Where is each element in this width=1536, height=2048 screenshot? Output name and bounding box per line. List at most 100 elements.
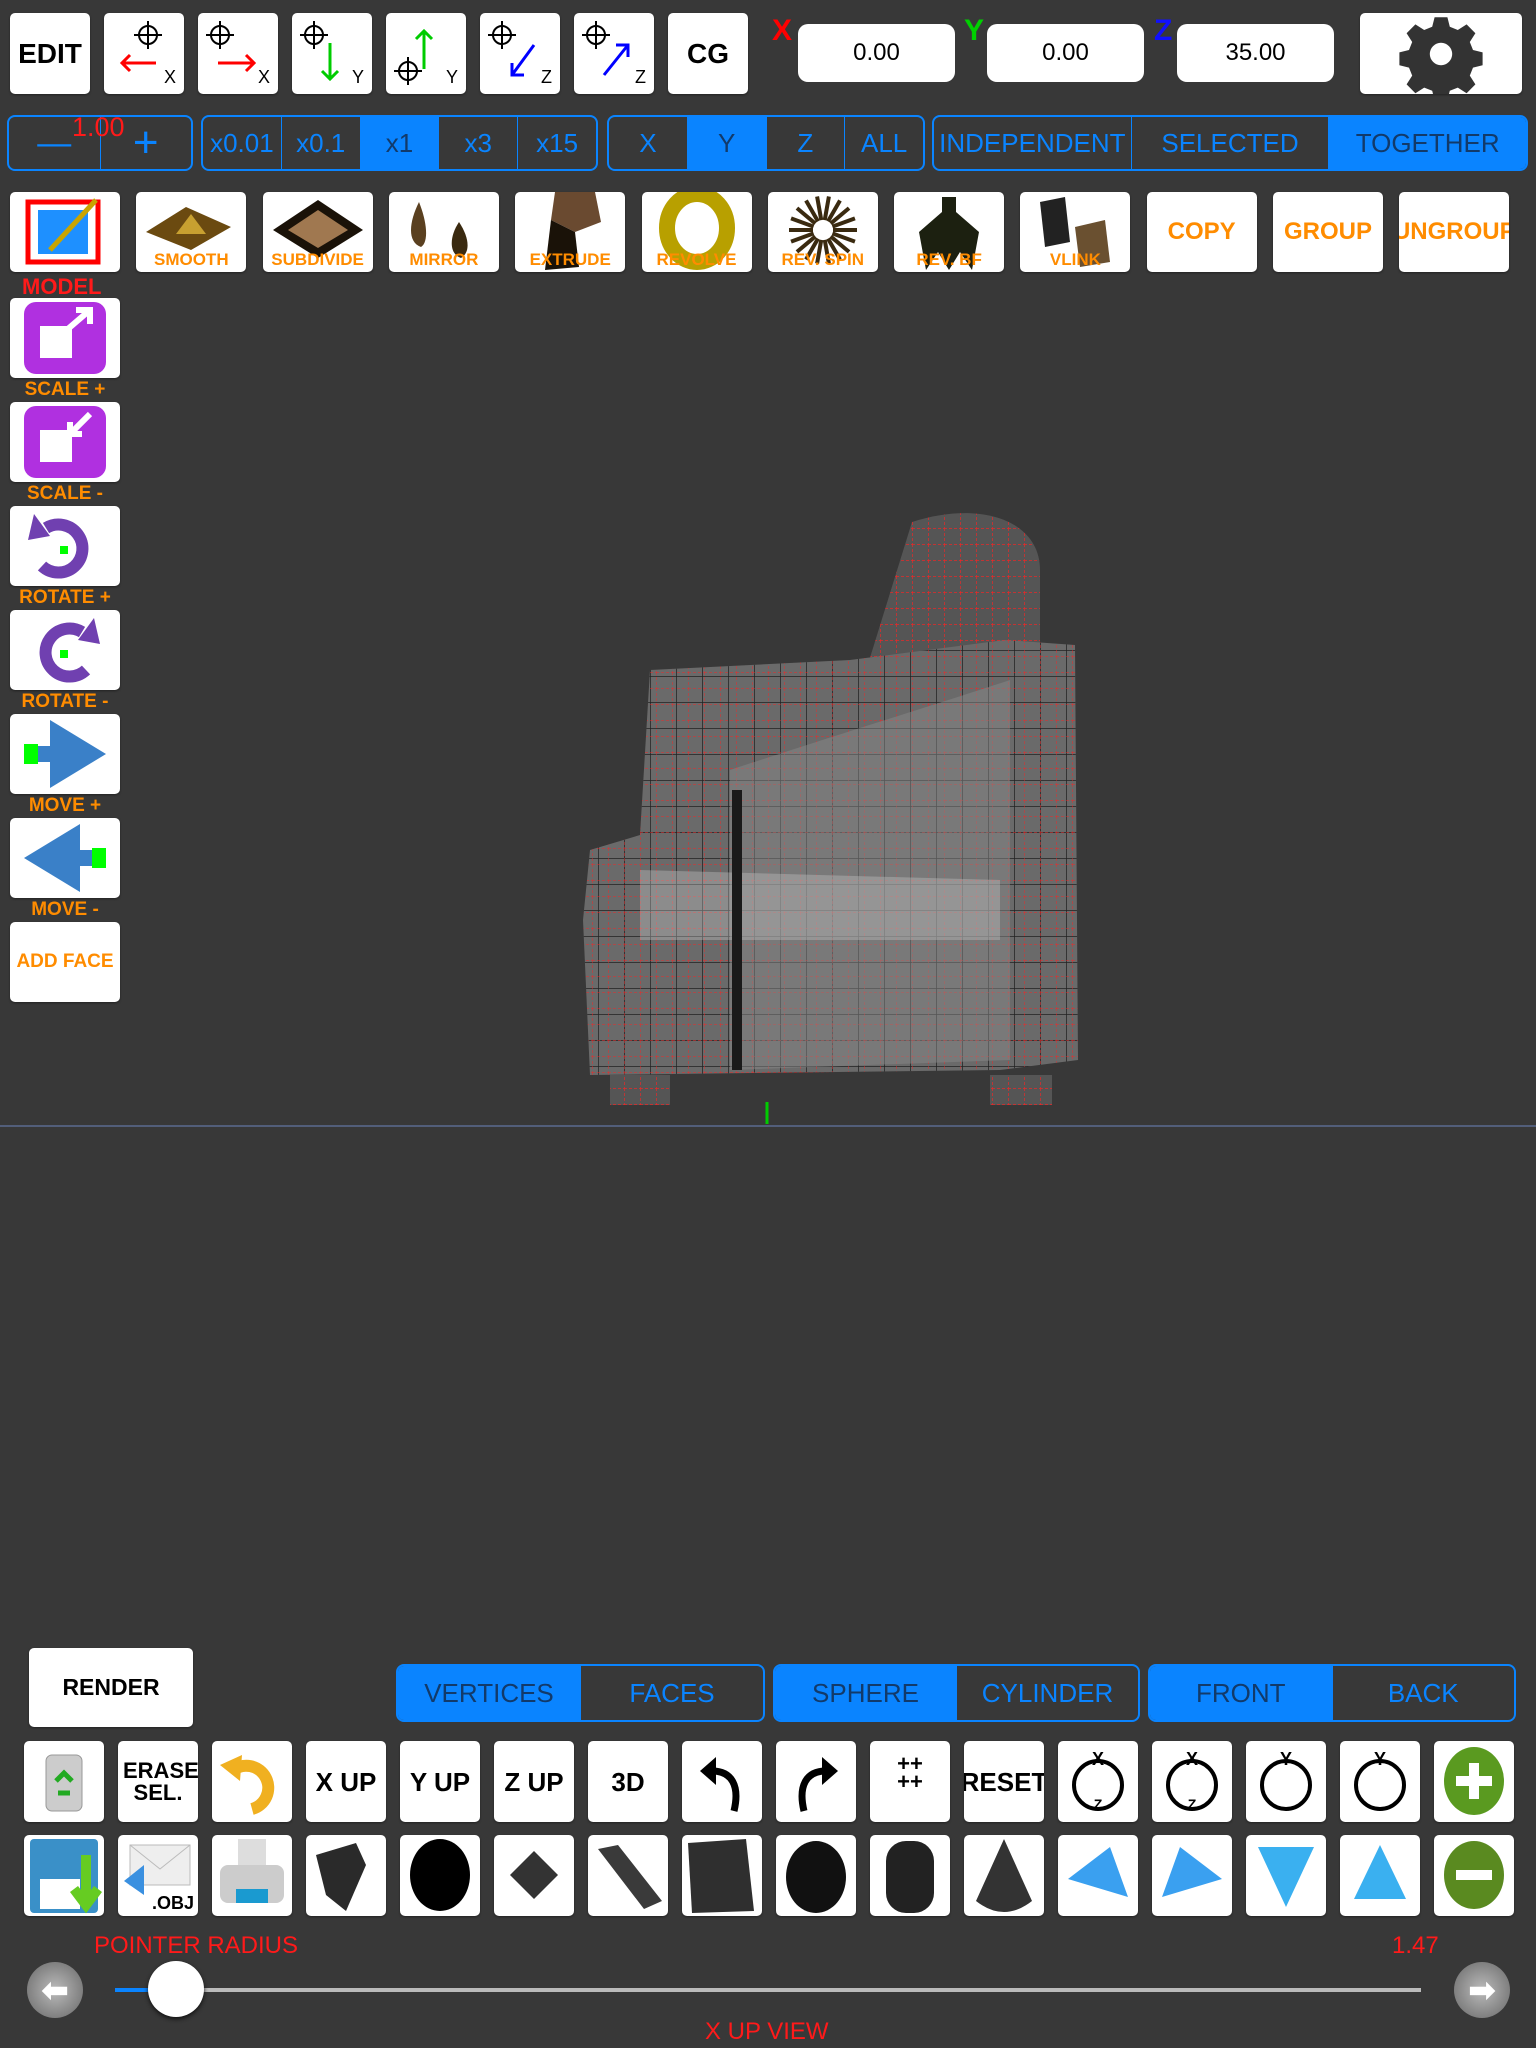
move-pointer-down-y-button[interactable]: Y — [292, 13, 372, 94]
strip-button[interactable] — [588, 1835, 668, 1916]
brush-shape-sphere[interactable]: SPHERE — [775, 1666, 957, 1720]
minus-circle-button[interactable] — [1434, 1835, 1514, 1916]
cylinder-button[interactable] — [870, 1835, 950, 1916]
scale-option-x001[interactable]: x0.01 — [203, 117, 282, 169]
cg-button[interactable]: CG — [668, 13, 748, 94]
cube-button[interactable] — [682, 1835, 762, 1916]
mode-option-independent[interactable]: INDEPENDENT — [934, 117, 1132, 169]
side-front[interactable]: FRONT — [1150, 1666, 1333, 1720]
rotate-y-ccw-button[interactable]: Y — [1246, 1741, 1326, 1822]
sphere-button[interactable] — [776, 1835, 856, 1916]
previous-button[interactable]: ⬅ — [27, 1962, 83, 2018]
edit-button[interactable]: EDIT — [10, 13, 90, 94]
render-button[interactable]: RENDER — [29, 1648, 193, 1727]
axis-letter: Y — [445, 67, 458, 87]
model-button[interactable] — [10, 192, 120, 272]
save-button[interactable] — [24, 1835, 104, 1916]
axis-letter: Z — [541, 67, 552, 87]
scale-option-x3[interactable]: x3 — [439, 117, 519, 169]
side-back[interactable]: BACK — [1333, 1666, 1515, 1720]
axis-segmented-control[interactable]: X Y Z ALL — [607, 115, 925, 171]
undo-button[interactable] — [682, 1741, 762, 1822]
axis-letter: Y — [351, 67, 364, 87]
x-up-button[interactable]: X UP — [306, 1741, 386, 1822]
mail-obj-button[interactable]: .OBJ — [118, 1835, 198, 1916]
rotate-y-cw-button[interactable]: Y — [1340, 1741, 1420, 1822]
tool-label: SUBDIVIDE — [271, 250, 364, 269]
scale-segmented-control[interactable]: x0.01 x0.1 x1 x3 x15 — [201, 115, 598, 171]
move-pointer-up-y-button[interactable]: Y — [386, 13, 466, 94]
scale-option-x15[interactable]: x15 — [518, 117, 596, 169]
undo-arrow-icon — [220, 1755, 275, 1815]
arrow-up-blue-button[interactable] — [1340, 1835, 1420, 1916]
next-button[interactable]: ➡ — [1454, 1962, 1510, 2018]
z-coordinate-field[interactable]: 35.00 — [1177, 24, 1334, 82]
disc-button[interactable] — [400, 1835, 480, 1916]
move-pointer-right-x-button[interactable]: X — [198, 13, 278, 94]
grid-points-button[interactable]: ++ ++ — [870, 1741, 950, 1822]
settings-button[interactable] — [1360, 13, 1522, 94]
plane-button[interactable] — [306, 1835, 386, 1916]
move-pointer-away-z-button[interactable]: Z — [574, 13, 654, 94]
axis-option-all[interactable]: ALL — [845, 117, 923, 169]
rotate-xz-cw-icon: XZ — [1166, 1749, 1218, 1812]
scale-option-x1[interactable]: x1 — [360, 117, 440, 169]
mirror-button[interactable]: MIRROR — [388, 192, 499, 272]
pointer-radius-slider[interactable] — [115, 1961, 1421, 2017]
3d-viewport[interactable] — [0, 280, 1536, 1620]
vlink-button[interactable]: VLINK — [1020, 192, 1131, 272]
edit-label: EDIT — [18, 37, 82, 69]
ungroup-button[interactable]: UNGROUP — [1399, 192, 1510, 272]
slider-track — [115, 1988, 1421, 1992]
axis-option-y[interactable]: Y — [687, 117, 767, 169]
y-up-button[interactable]: Y UP — [400, 1741, 480, 1822]
extrude-button[interactable]: EXTRUDE — [515, 192, 626, 272]
redo-button[interactable] — [776, 1741, 856, 1822]
square-button[interactable] — [494, 1835, 574, 1916]
select-type-vertices[interactable]: VERTICES — [398, 1666, 581, 1720]
rotate-xz-cw-button[interactable]: XZ — [1152, 1741, 1232, 1822]
smooth-button[interactable]: SMOOTH — [136, 192, 247, 272]
reset-button[interactable]: RESET — [964, 1741, 1044, 1822]
rotate-y-ccw-icon: Y — [1260, 1749, 1312, 1811]
arrow-left-blue-button[interactable] — [1058, 1835, 1138, 1916]
copy-button[interactable]: COPY — [1146, 192, 1257, 272]
rotate-y-cw-icon: Y — [1354, 1749, 1406, 1811]
select-type-faces[interactable]: FACES — [581, 1666, 763, 1720]
brush-shape-segmented-control[interactable]: SPHERE CYLINDER — [773, 1664, 1140, 1722]
axis-option-x[interactable]: X — [609, 117, 688, 169]
gear-icon — [1399, 16, 1483, 94]
group-button[interactable]: GROUP — [1273, 192, 1383, 272]
rev-bf-button[interactable]: REV. BF — [894, 192, 1005, 272]
trash-button[interactable] — [24, 1741, 104, 1822]
mode-option-together[interactable]: TOGETHER — [1329, 117, 1526, 169]
arrow-down-blue-button[interactable] — [1246, 1835, 1326, 1916]
y-coordinate-field[interactable]: 0.00 — [987, 24, 1144, 82]
slider-thumb[interactable] — [147, 1961, 204, 2017]
z-up-button[interactable]: Z UP — [494, 1741, 574, 1822]
redo-icon — [798, 1757, 838, 1812]
move-pointer-toward-z-button[interactable]: Z — [480, 13, 560, 94]
grid-points-icon: ++++ — [897, 1751, 923, 1794]
x-coordinate-field[interactable]: 0.00 — [798, 24, 955, 82]
scale-option-x01[interactable]: x0.1 — [282, 117, 361, 169]
square-icon — [510, 1851, 558, 1899]
rotate-xz-ccw-button[interactable]: XZ — [1058, 1741, 1138, 1822]
arrow-right-blue-button[interactable] — [1152, 1835, 1232, 1916]
cone-button[interactable] — [964, 1835, 1044, 1916]
revolve-button[interactable]: REVOLVE — [641, 192, 752, 272]
erase-sel-button[interactable]: ERASE SEL. — [118, 1741, 198, 1822]
3d-button[interactable]: 3D — [588, 1741, 668, 1822]
rev-spin-button[interactable]: REV. SPIN — [767, 192, 878, 272]
brush-shape-cylinder[interactable]: CYLINDER — [957, 1666, 1138, 1720]
selection-type-segmented-control[interactable]: VERTICES FACES — [396, 1664, 765, 1722]
move-pointer-left-x-button[interactable]: X — [104, 13, 184, 94]
axis-option-z[interactable]: Z — [767, 117, 846, 169]
side-segmented-control[interactable]: FRONT BACK — [1148, 1664, 1516, 1722]
subdivide-button[interactable]: SUBDIVIDE — [262, 192, 373, 272]
plus-circle-button[interactable] — [1434, 1741, 1514, 1822]
mode-segmented-control[interactable]: INDEPENDENT SELECTED TOGETHER — [932, 115, 1528, 171]
mode-option-selected[interactable]: SELECTED — [1132, 117, 1330, 169]
printer-button[interactable] — [212, 1835, 292, 1916]
undo-arrow-button[interactable] — [212, 1741, 292, 1822]
